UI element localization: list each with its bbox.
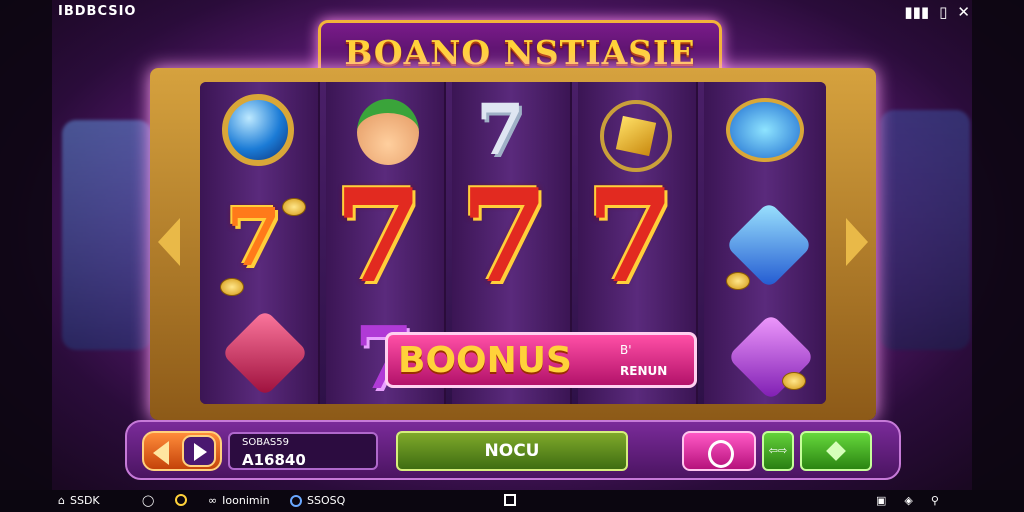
right-blur-edge (972, 0, 1024, 512)
orange-seven-symbol: 7 (226, 190, 282, 284)
left-arrow-icon[interactable] (158, 218, 180, 266)
system-icons: ▮▮▮ ▯ ✕ (904, 3, 970, 21)
left-blur-edge (0, 0, 52, 512)
blue-swirl-symbol (726, 98, 804, 162)
balance-label: SOBAS59 (242, 437, 289, 448)
battery-icon: ▯ (939, 3, 948, 21)
taskbar-item-2-label: Ioonimin (222, 494, 270, 507)
close-icon[interactable]: ✕ (957, 3, 970, 21)
app-title: IBDBCSIO (58, 4, 137, 19)
prev-next-button[interactable] (142, 431, 222, 471)
blue-orb-symbol (222, 94, 294, 166)
square-icon (504, 494, 516, 506)
taskbar-item-chat[interactable]: ◯ (142, 494, 154, 507)
bonus-banner[interactable]: BOONUS B' RENUN (385, 332, 697, 388)
balance-value: A16840 (242, 451, 306, 469)
green-hair-character-symbol (348, 92, 428, 172)
coin-icon (726, 272, 750, 290)
record-icon (290, 494, 302, 507)
play-icon (182, 435, 216, 467)
taskbar-item-2[interactable]: ∞ Ioonimin (208, 494, 270, 507)
back-arrow-icon (153, 441, 169, 465)
center-action-button[interactable]: NOCU (396, 431, 628, 471)
taskbar-item-3[interactable]: SSOSQ (290, 494, 345, 507)
person-icon[interactable]: ⚲ (931, 494, 939, 507)
taskbar-item-1[interactable]: ⌂ SSDK (58, 494, 100, 507)
home-icon: ⌂ (58, 494, 65, 507)
bonus-sub-label-1: B' (620, 343, 632, 357)
background-cabinet-right (880, 110, 970, 350)
taskbar-right-icons: ▣ ◈ ⚲ (876, 494, 939, 507)
link-icon: ∞ (208, 494, 218, 507)
chat-icon: ◯ (142, 494, 155, 507)
taskbar-item-1-label: SSDK (69, 494, 100, 507)
coin-icon (782, 372, 806, 390)
auto-play-button[interactable] (800, 431, 872, 471)
background-cabinet-left (62, 120, 152, 350)
red-seven-symbol-3: 7 (586, 162, 676, 312)
bonus-label: BOONUS (398, 340, 572, 381)
balance-display: SOBAS59 A16840 (228, 432, 378, 470)
game-title: BOANO NSTIASIE (344, 33, 696, 72)
coin-icon (282, 198, 306, 216)
bottom-taskbar: ⌂ SSDK ◯ ∞ Ioonimin SSOSQ ▣ ◈ ⚲ (0, 490, 1024, 512)
bonus-sub-label-2: RENUN (620, 364, 668, 378)
signal-icon: ▮▮▮ (904, 3, 930, 21)
taskbar-item-3-label: SSOSQ (307, 494, 346, 507)
silver-seven-symbol: 7 (476, 88, 525, 171)
image-icon[interactable]: ▣ (876, 494, 886, 507)
spin-button[interactable] (682, 431, 756, 471)
controller-icon[interactable]: ◈ (904, 494, 912, 507)
arrows-toggle-button[interactable]: ⇦⇨ (762, 431, 794, 471)
red-seven-symbol-1: 7 (334, 162, 424, 312)
right-arrow-icon[interactable] (846, 218, 868, 266)
taskbar-square-button[interactable] (504, 494, 516, 506)
red-seven-symbol-2: 7 (460, 162, 550, 312)
taskbar-item-coin[interactable] (175, 494, 187, 506)
coin-icon (175, 494, 187, 506)
coin-icon (220, 278, 244, 296)
